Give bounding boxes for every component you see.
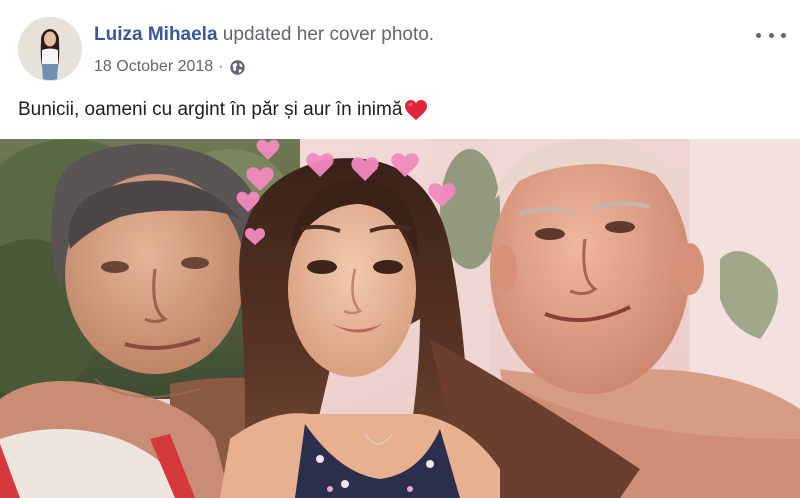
post-action-text: updated her cover photo. <box>217 24 435 45</box>
globe-icon[interactable] <box>229 59 246 76</box>
more-options-icon[interactable] <box>756 25 786 45</box>
feed-post: Luiza Mihaela updated her cover photo. 1… <box>0 0 800 498</box>
author-avatar[interactable] <box>18 17 82 81</box>
more-dot <box>781 32 786 38</box>
author-name-link[interactable]: Luiza Mihaela <box>94 24 218 45</box>
post-timestamp[interactable]: 18 October 2018 <box>94 57 213 77</box>
red-heart-emoji <box>404 99 428 121</box>
post-message: Bunicii, oameni cu argint în păr și aur … <box>18 97 428 123</box>
avatar-image <box>19 18 81 80</box>
post-header: Luiza Mihaela updated her cover photo. 1… <box>18 17 786 83</box>
post-message-text: Bunicii, oameni cu argint în păr și aur … <box>18 99 403 120</box>
more-dot <box>768 32 774 38</box>
meta-separator: · <box>218 58 224 75</box>
cover-photo[interactable] <box>0 139 800 498</box>
cover-photo-image <box>0 139 800 498</box>
author-line: Luiza Mihaela updated her cover photo. <box>94 23 434 47</box>
post-meta: 18 October 2018 · <box>94 57 246 77</box>
more-dot <box>756 32 761 38</box>
